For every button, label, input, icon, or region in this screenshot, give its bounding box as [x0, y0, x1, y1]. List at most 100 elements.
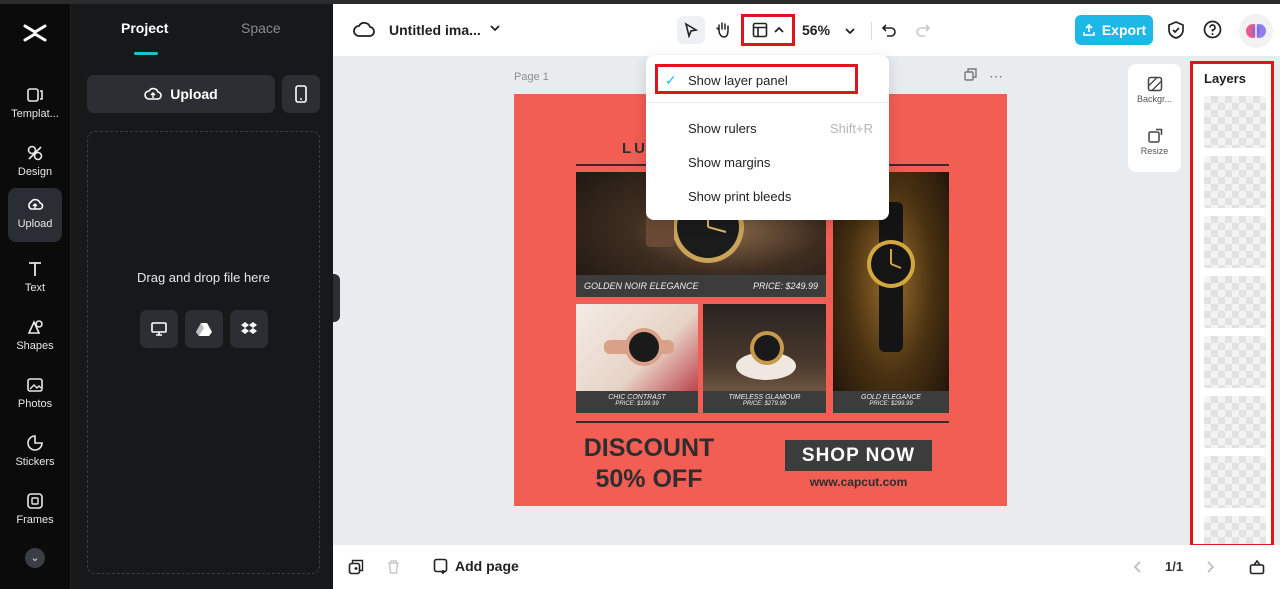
rail-item-text[interactable]: Text	[8, 252, 62, 306]
chevron-down-icon[interactable]	[489, 22, 501, 34]
layout-options-button[interactable]	[741, 14, 795, 46]
left-rail: Templat... Design Upload Text Shapes Pho…	[0, 4, 70, 589]
rail-item-label: Upload	[17, 218, 53, 230]
undo-icon[interactable]	[881, 22, 897, 38]
menu-item-show-print-bleeds[interactable]: Show print bleeds	[646, 181, 889, 211]
tab-space[interactable]: Space	[241, 20, 281, 36]
export-icon	[1083, 23, 1095, 36]
rail-item-design[interactable]: Design	[8, 136, 62, 190]
menu-item-label: Show print bleeds	[688, 189, 792, 204]
rail-item-label: Text	[24, 282, 46, 294]
watch-image	[736, 331, 796, 380]
photo-caption: GOLDEN NOIR ELEGANCE PRICE: $249.99	[576, 275, 826, 297]
drop-zone[interactable]: Drag and drop file here	[87, 131, 320, 574]
watch-image	[867, 202, 915, 352]
zoom-level[interactable]: 56%	[802, 22, 830, 38]
toolbar-divider	[871, 22, 872, 40]
layer-thumbnail[interactable]	[1204, 516, 1266, 544]
shop-now-button[interactable]: SHOP NOW	[785, 440, 932, 471]
panel-collapse-handle[interactable]	[333, 274, 340, 322]
upload-cloud-icon	[28, 198, 44, 210]
resize-tool[interactable]: Resize	[1128, 128, 1181, 156]
google-drive-source-button[interactable]	[185, 310, 223, 348]
layer-thumbnail[interactable]	[1204, 396, 1266, 448]
rail-item-templates[interactable]: Templat...	[8, 78, 62, 132]
discount-text[interactable]: DISCOUNT 50% OFF	[574, 433, 724, 495]
capcut-logo-icon[interactable]	[20, 18, 50, 48]
menu-divider	[646, 102, 889, 103]
top-bar: Untitled ima... 56% Export	[333, 4, 1280, 56]
caption-name: CHIC CONTRAST	[608, 394, 666, 401]
shield-icon[interactable]	[1167, 20, 1185, 40]
upload-button[interactable]: Upload	[87, 75, 275, 113]
photo-caption: TIMELESS GLAMOUR PRICE: $279.99	[703, 391, 826, 413]
rail-item-shapes[interactable]: Shapes	[8, 310, 62, 364]
discount-line-1: DISCOUNT	[583, 434, 715, 462]
highlight-box	[655, 64, 858, 94]
chevron-left-icon[interactable]	[1133, 561, 1143, 573]
rail-item-label: Design	[17, 166, 53, 178]
project-panel: Project Space Upload Drag and drop file …	[70, 4, 333, 589]
chevron-down-icon[interactable]: ⌄	[25, 548, 45, 568]
menu-item-shortcut: Shift+R	[830, 121, 873, 136]
watch-photo-chic-contrast[interactable]: CHIC CONTRAST PRICE: $199.99	[576, 304, 698, 413]
cloud-save-icon[interactable]	[353, 20, 375, 40]
canvas-side-tools: Backgr... Resize	[1128, 64, 1181, 172]
background-tool[interactable]: Backgr...	[1128, 76, 1181, 104]
rail-item-photos[interactable]: Photos	[8, 368, 62, 422]
redo-icon[interactable]	[915, 22, 931, 38]
resize-icon	[1147, 128, 1162, 143]
chevron-up-icon	[774, 26, 784, 33]
layer-thumbnail[interactable]	[1204, 156, 1266, 208]
layout-icon	[752, 22, 768, 38]
computer-source-button[interactable]	[140, 310, 178, 348]
layers-panel: Layers	[1190, 61, 1274, 547]
watch-image	[604, 328, 674, 366]
website-text[interactable]: www.capcut.com	[785, 475, 932, 489]
layer-thumbnail[interactable]	[1204, 456, 1266, 508]
menu-item-label: Show margins	[688, 155, 771, 170]
hand-tool-button[interactable]	[709, 16, 737, 44]
upload-cloud-icon	[144, 87, 163, 100]
trash-icon[interactable]	[386, 559, 401, 575]
upload-button-label: Upload	[170, 86, 218, 102]
more-options-icon[interactable]: ⋯	[989, 68, 1003, 85]
google-drive-icon	[196, 323, 212, 336]
duplicate-icon[interactable]	[348, 559, 364, 575]
caption-price: PRICE: $299.99	[869, 401, 913, 407]
add-page-button[interactable]: Add page	[433, 558, 519, 574]
dropbox-source-button[interactable]	[230, 310, 268, 348]
layer-thumbnail[interactable]	[1204, 96, 1266, 148]
layer-thumbnail[interactable]	[1204, 336, 1266, 388]
chevron-right-icon[interactable]	[1205, 561, 1215, 573]
pages-panel-icon[interactable]	[1249, 559, 1265, 575]
rail-item-upload[interactable]: Upload	[8, 188, 62, 242]
cursor-icon	[684, 22, 699, 38]
avatar[interactable]	[1239, 14, 1273, 48]
rail-item-label: Shapes	[16, 340, 54, 352]
caption-name: GOLDEN NOIR ELEGANCE	[584, 281, 699, 291]
select-tool-button[interactable]	[677, 16, 705, 44]
frames-icon	[27, 493, 43, 509]
add-page-icon	[433, 558, 448, 574]
page-actions: ⋯	[964, 68, 1003, 85]
menu-item-show-rulers[interactable]: Show rulers Shift+R	[646, 113, 889, 143]
chevron-down-icon[interactable]	[844, 25, 856, 37]
watch-photo-timeless-glamour[interactable]: TIMELESS GLAMOUR PRICE: $279.99	[703, 304, 826, 413]
rail-item-label: Photos	[17, 398, 53, 410]
hand-icon	[716, 22, 729, 38]
mobile-upload-button[interactable]	[282, 75, 320, 113]
export-button[interactable]: Export	[1075, 15, 1153, 45]
rail-item-frames[interactable]: Frames	[8, 484, 62, 538]
duplicate-page-icon[interactable]	[964, 68, 977, 81]
poster-divider	[576, 421, 949, 423]
menu-item-show-margins[interactable]: Show margins	[646, 147, 889, 177]
tab-project[interactable]: Project	[121, 20, 168, 36]
poster-subhead[interactable]: LU	[622, 140, 648, 157]
photo-caption: GOLD ELEGANCE PRICE: $299.99	[833, 391, 949, 413]
help-icon[interactable]	[1203, 20, 1222, 39]
layer-thumbnail[interactable]	[1204, 216, 1266, 268]
document-title[interactable]: Untitled ima...	[389, 22, 481, 38]
rail-item-stickers[interactable]: Stickers	[8, 426, 62, 480]
layer-thumbnail[interactable]	[1204, 276, 1266, 328]
